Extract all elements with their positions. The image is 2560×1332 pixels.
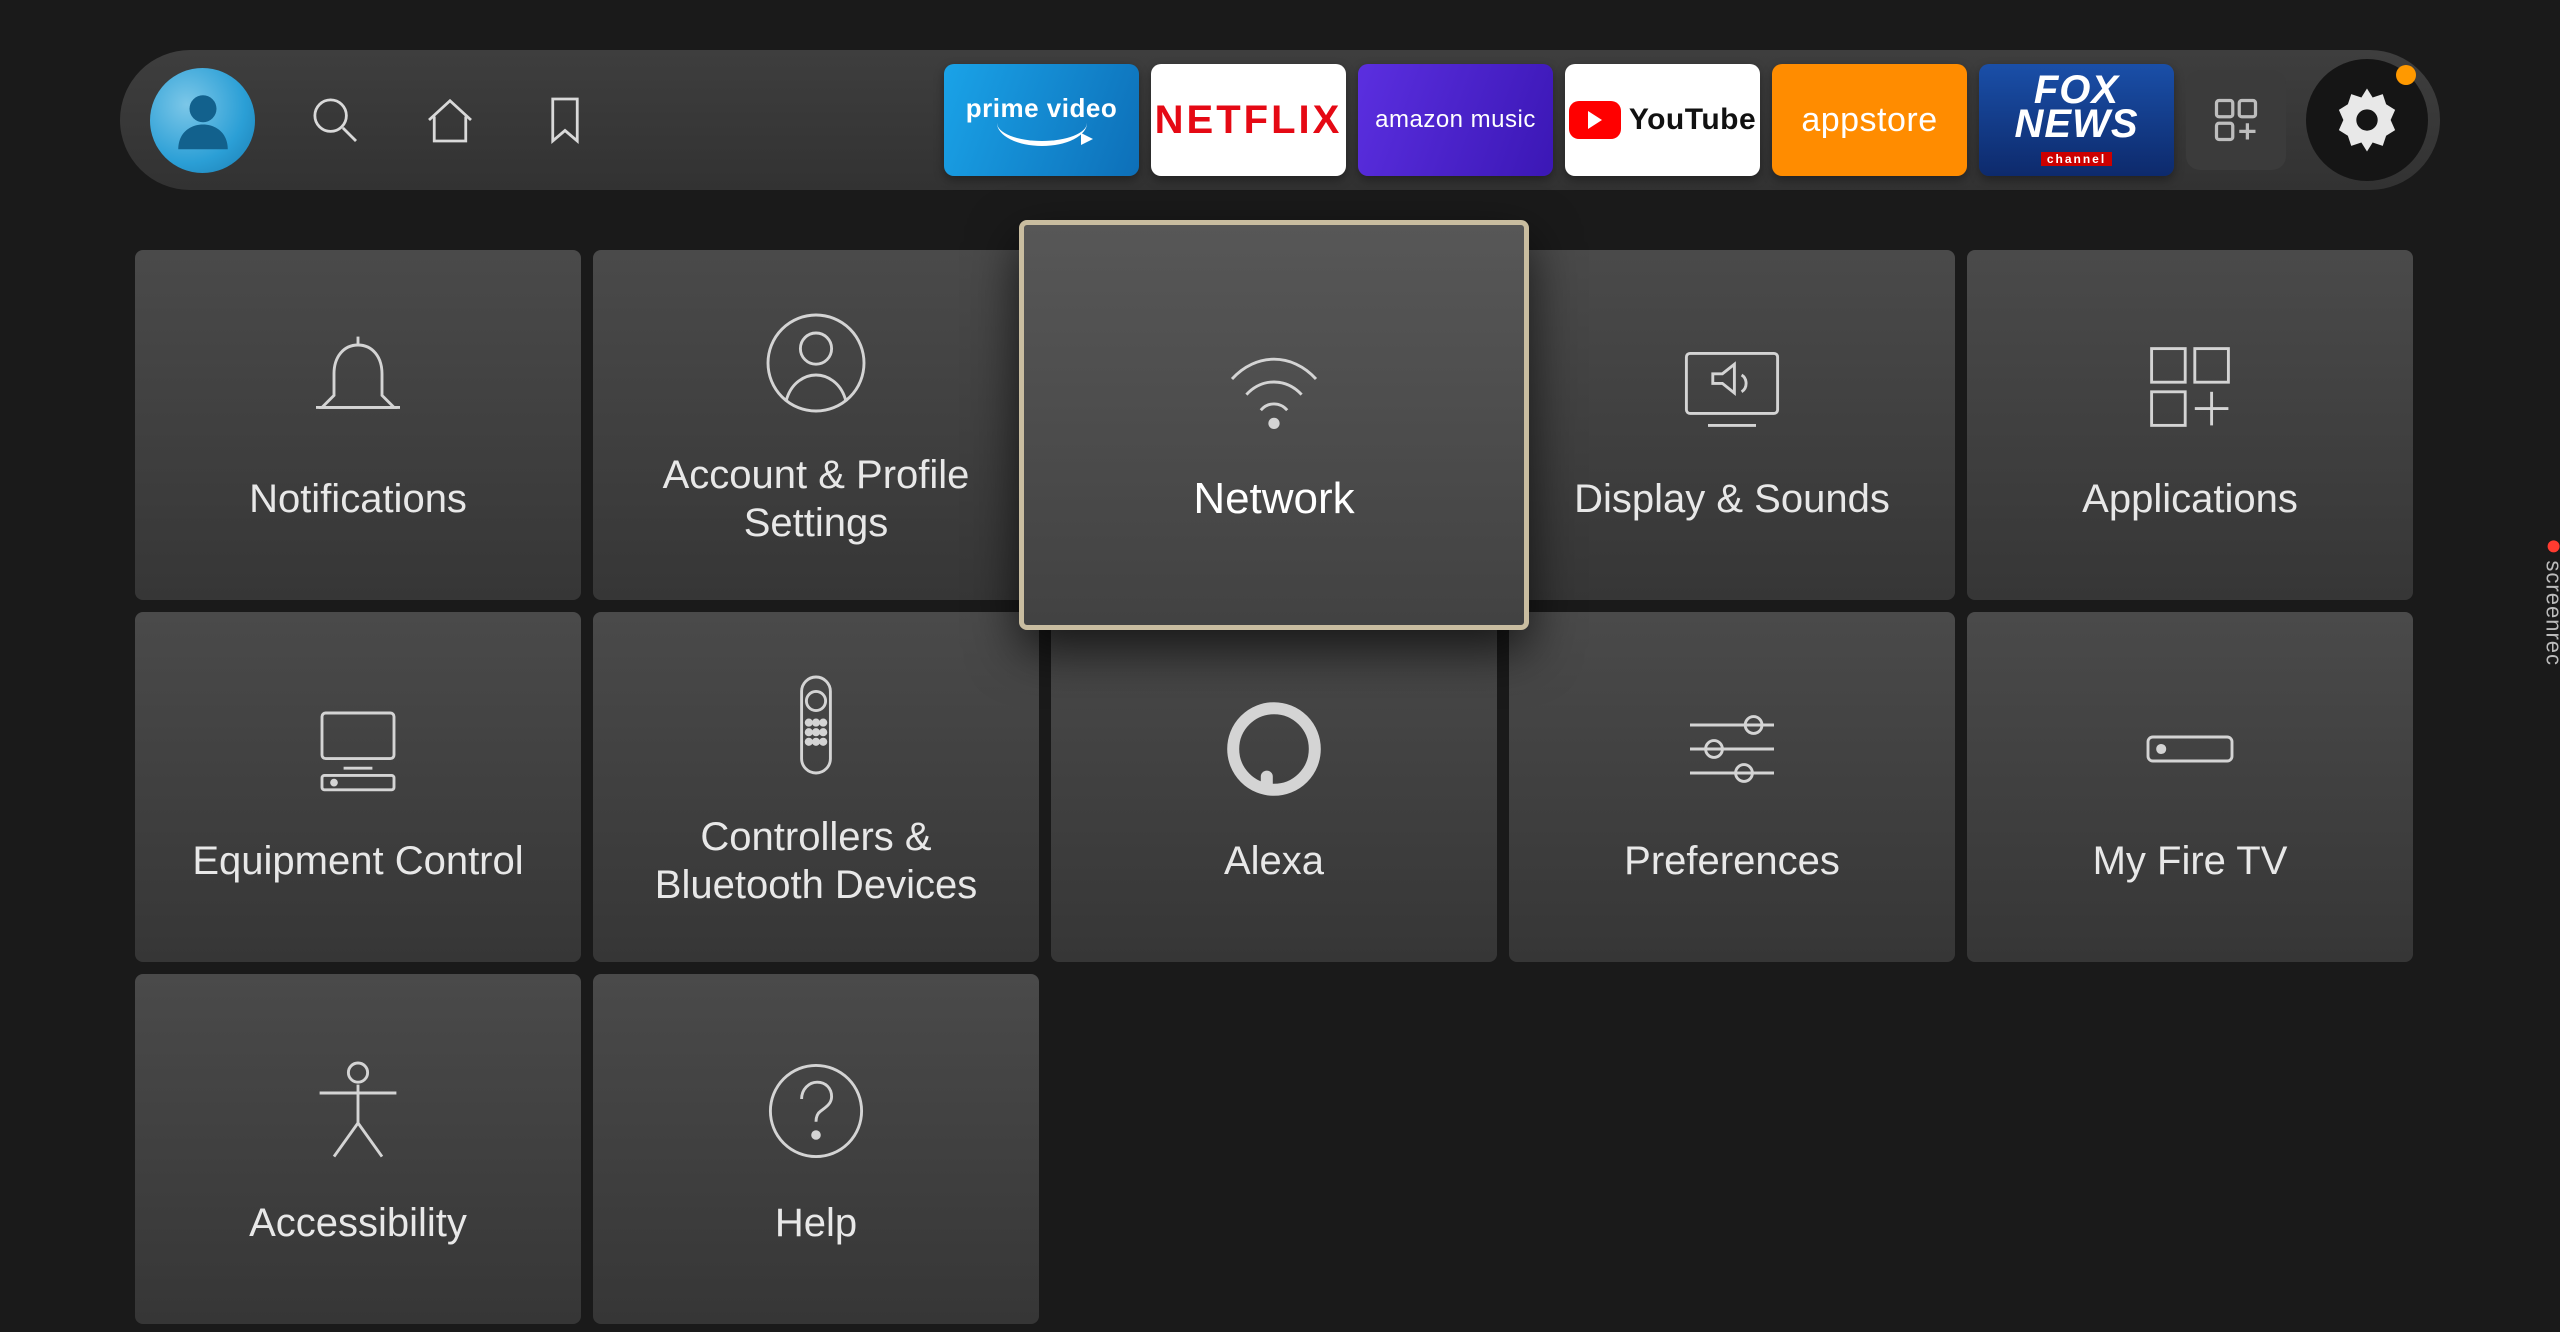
tile-label: Alexa	[1224, 837, 1324, 885]
tile-label: Accessibility	[249, 1199, 467, 1247]
settings-tile-display-sounds[interactable]: Display & Sounds	[1509, 250, 1955, 600]
tile-label: Notifications	[249, 475, 467, 523]
person-circle-icon	[756, 303, 876, 423]
settings-tile-accessibility[interactable]: Accessibility	[135, 974, 581, 1324]
home-button[interactable]	[415, 85, 485, 155]
settings-tile-preferences[interactable]: Preferences	[1509, 612, 1955, 962]
alexa-icon	[1214, 689, 1334, 809]
equipment-icon	[298, 689, 418, 809]
record-dot-icon	[2548, 540, 2560, 552]
tile-label: Controllers & Bluetooth Devices	[623, 813, 1009, 909]
notification-dot-icon	[2396, 65, 2416, 85]
person-icon	[167, 84, 239, 156]
netflix-logo: NETFLIX	[1155, 98, 1343, 143]
fox-news-logo: FOX NEWS channel	[2015, 73, 2139, 167]
apps-add-icon	[2210, 94, 2262, 146]
search-button[interactable]	[300, 85, 370, 155]
appstore-logo: appstore	[1801, 101, 1937, 140]
amazon-music-logo: amazon music	[1375, 106, 1536, 134]
app-tile-appstore[interactable]: appstore	[1772, 64, 1967, 176]
settings-tile-alexa[interactable]: Alexa	[1051, 612, 1497, 962]
home-icon	[422, 92, 478, 148]
app-tile-fox-news[interactable]: FOX NEWS channel	[1979, 64, 2174, 176]
tile-label: My Fire TV	[2093, 837, 2288, 885]
settings-tile-applications[interactable]: Applications	[1967, 250, 2413, 600]
bookmark-icon	[537, 92, 593, 148]
settings-tile-equipment-control[interactable]: Equipment Control	[135, 612, 581, 962]
tile-label: Account & Profile Settings	[623, 451, 1009, 547]
tile-label: Preferences	[1624, 837, 1840, 885]
bell-icon	[298, 327, 418, 447]
gear-icon	[2331, 84, 2403, 156]
settings-button[interactable]	[2306, 59, 2428, 181]
tile-label: Applications	[2082, 475, 2298, 523]
app-shortcut-row: prime video NETFLIX amazon music YouTube…	[944, 59, 2428, 181]
youtube-icon	[1569, 101, 1621, 139]
settings-tile-network[interactable]: Network	[1019, 220, 1529, 630]
settings-tile-account-profile[interactable]: Account & Profile Settings	[593, 250, 1039, 600]
top-nav-bar: prime video NETFLIX amazon music YouTube…	[120, 50, 2440, 190]
profile-avatar[interactable]	[150, 68, 255, 173]
search-icon	[307, 92, 363, 148]
app-tile-prime-video[interactable]: prime video	[944, 64, 1139, 176]
wifi-icon	[1214, 325, 1334, 445]
settings-tile-help[interactable]: Help	[593, 974, 1039, 1324]
tile-label: Help	[775, 1199, 857, 1247]
settings-tile-controllers-bluetooth[interactable]: Controllers & Bluetooth Devices	[593, 612, 1039, 962]
firetv-icon	[2130, 689, 2250, 809]
youtube-logo-text: YouTube	[1629, 103, 1756, 137]
bookmark-button[interactable]	[530, 85, 600, 155]
app-tile-youtube[interactable]: YouTube	[1565, 64, 1760, 176]
app-tile-amazon-music[interactable]: amazon music	[1358, 64, 1553, 176]
settings-tile-notifications[interactable]: Notifications	[135, 250, 581, 600]
tile-label: Equipment Control	[192, 837, 523, 885]
nav-left-group	[132, 68, 600, 173]
app-tile-netflix[interactable]: NETFLIX	[1151, 64, 1346, 176]
tv-sound-icon	[1672, 327, 1792, 447]
tile-label: Network	[1193, 473, 1354, 526]
tile-label: Display & Sounds	[1574, 475, 1890, 523]
accessibility-icon	[298, 1051, 418, 1171]
settings-tile-my-fire-tv[interactable]: My Fire TV	[1967, 612, 2413, 962]
apps-more-button[interactable]	[2186, 70, 2286, 170]
apps-grid-icon	[2130, 327, 2250, 447]
help-icon	[756, 1051, 876, 1171]
prime-video-logo: prime video	[966, 95, 1117, 146]
remote-icon	[756, 665, 876, 785]
screenrec-watermark: screenrec	[2541, 540, 2560, 666]
sliders-icon	[1672, 689, 1792, 809]
settings-grid: Notifications Account & Profile Settings…	[135, 250, 2425, 1324]
